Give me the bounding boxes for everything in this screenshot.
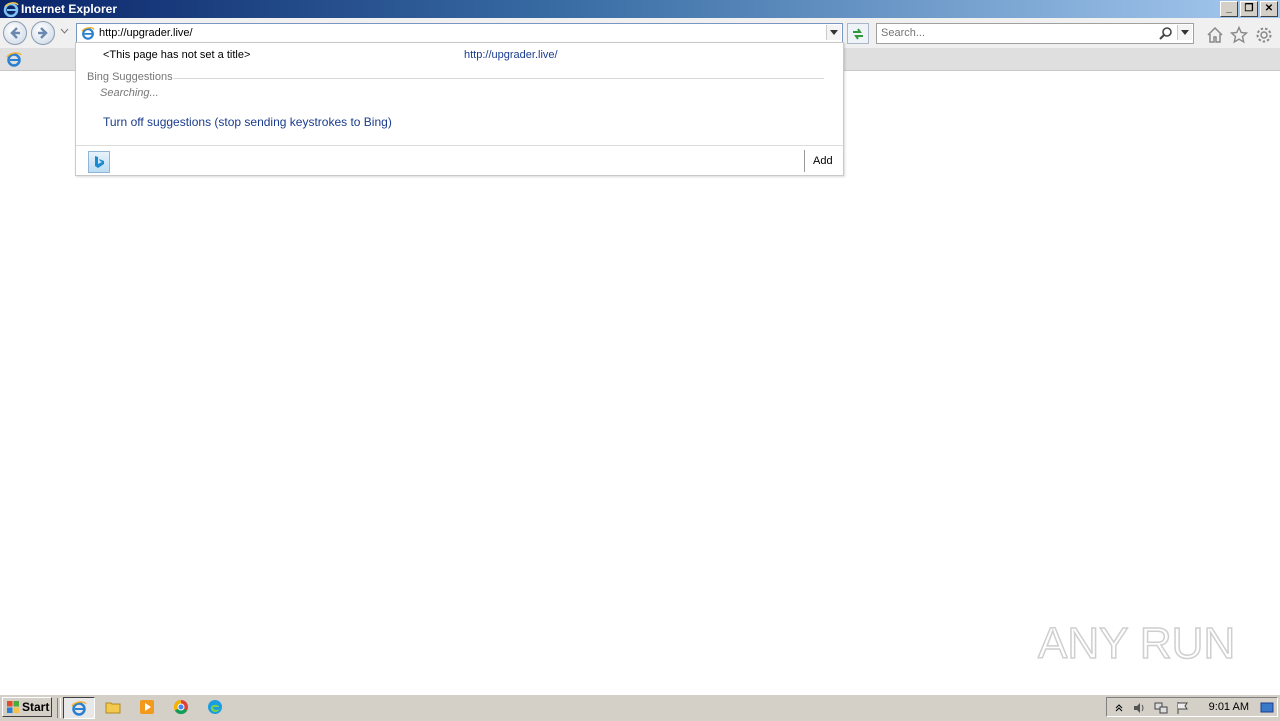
tray-arrow-icon [1115, 704, 1123, 712]
start-button[interactable]: Start [2, 697, 52, 717]
search-icon[interactable] [1159, 26, 1173, 40]
footer-divider [804, 150, 805, 172]
taskbar: Start 9:01 AM [0, 694, 1280, 721]
address-bar[interactable] [76, 23, 843, 44]
taskbar-app-explorer[interactable] [98, 697, 128, 717]
volume-button[interactable] [1131, 700, 1147, 716]
close-button[interactable]: ✕ [1260, 1, 1278, 17]
go-icon [853, 27, 863, 40]
taskbar-app-edge[interactable] [200, 697, 230, 717]
minimize-button[interactable]: _ [1220, 1, 1238, 17]
address-autocomplete-dropdown: <This page has not set a title> http://u… [75, 42, 844, 176]
edge-icon [208, 700, 222, 714]
windows-flag-icon [7, 701, 19, 713]
history-item-title[interactable]: <This page has not set a title> [103, 49, 250, 61]
chrome-icon [173, 699, 188, 715]
start-label: Start [22, 700, 50, 714]
taskbar-separator [57, 698, 61, 718]
gear-icon[interactable] [1255, 26, 1273, 44]
taskbar-app-chrome[interactable] [166, 697, 196, 717]
watermark-text: ANY RUN [1038, 619, 1235, 668]
chevron-down-icon [830, 30, 838, 35]
title-bar: Internet Explorer _ ❐ ✕ [0, 0, 1280, 18]
folder-icon [105, 702, 121, 714]
section-divider [174, 78, 824, 79]
show-desktop-icon [1260, 702, 1274, 713]
ie-icon [81, 27, 95, 40]
address-input[interactable] [99, 25, 819, 40]
dropdown-footer: Add [76, 145, 843, 176]
forward-button[interactable] [31, 21, 55, 45]
bing-icon [95, 156, 104, 168]
search-box[interactable] [876, 23, 1194, 44]
history-item-url[interactable]: http://upgrader.live/ [464, 49, 558, 61]
search-dropdown-button[interactable] [1177, 25, 1192, 40]
taskbar-app-media-player[interactable] [132, 697, 162, 717]
bing-suggestions-label: Bing Suggestions [87, 71, 173, 83]
turn-off-suggestions-link[interactable]: Turn off suggestions (stop sending keyst… [103, 115, 392, 129]
volume-icon [1134, 703, 1144, 713]
action-center-flag-icon [1177, 702, 1188, 714]
taskbar-app-ie[interactable] [63, 697, 95, 719]
chevron-down-icon [1181, 30, 1189, 35]
ie-icon [3, 2, 19, 17]
address-dropdown-button[interactable] [826, 25, 841, 40]
add-provider-button[interactable]: Add [813, 155, 833, 167]
go-button[interactable] [847, 23, 869, 44]
taskbar-clock[interactable]: 9:01 AM [1209, 701, 1249, 713]
forward-icon [38, 27, 48, 39]
media-player-icon [140, 700, 154, 714]
home-icon[interactable] [1206, 26, 1224, 44]
favorites-star-icon[interactable] [1230, 26, 1248, 44]
back-icon [10, 27, 20, 39]
ie-icon[interactable] [6, 51, 22, 67]
anyrun-watermark: ANY RUN [1037, 618, 1236, 669]
network-button[interactable] [1153, 700, 1169, 716]
show-desktop-button[interactable] [1259, 700, 1275, 716]
search-input[interactable] [881, 25, 1151, 40]
action-center-button[interactable] [1175, 700, 1191, 716]
tray-arrow-button[interactable] [1111, 700, 1127, 716]
network-icon [1154, 702, 1168, 714]
ie-icon [71, 701, 87, 716]
window-title: Internet Explorer [21, 2, 118, 16]
back-button[interactable] [3, 21, 27, 45]
system-tray: 9:01 AM [1106, 697, 1278, 717]
restore-button[interactable]: ❐ [1240, 1, 1258, 17]
searching-status: Searching... [100, 87, 159, 99]
chevron-down-icon[interactable] [60, 28, 69, 34]
bing-provider-button[interactable] [88, 151, 110, 173]
